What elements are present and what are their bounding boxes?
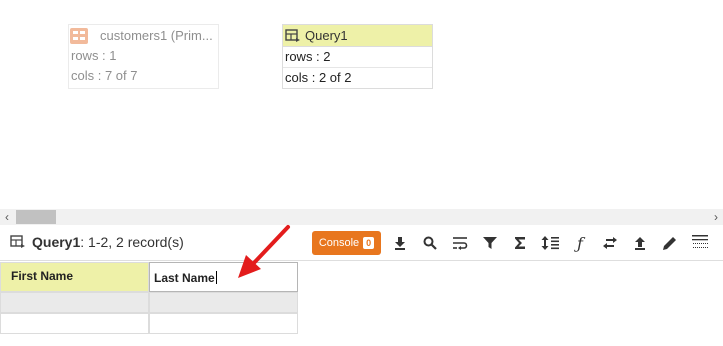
query-icon bbox=[10, 234, 26, 250]
table-icon bbox=[70, 27, 88, 44]
query-node-title: Query1 bbox=[305, 28, 348, 43]
query-node-cols: cols : 2 of 2 bbox=[283, 67, 432, 88]
console-button[interactable]: Console 0 bbox=[312, 231, 381, 255]
table-node-rows: rows : 1 bbox=[71, 48, 117, 63]
result-range: : 1-2, 2 record(s) bbox=[80, 234, 184, 250]
upload-icon[interactable] bbox=[629, 232, 651, 254]
table-node-cols: cols : 7 of 7 bbox=[71, 68, 138, 83]
wrap-icon[interactable] bbox=[449, 232, 471, 254]
table-node-header[interactable]: customers1 (Prim... bbox=[69, 25, 218, 46]
columns-icon[interactable] bbox=[689, 232, 711, 254]
query-node-header[interactable]: Query1 bbox=[283, 25, 432, 47]
console-count-badge: 0 bbox=[363, 237, 375, 249]
scroll-right-icon[interactable]: › bbox=[709, 209, 723, 225]
sort-icon[interactable] bbox=[539, 232, 561, 254]
download-icon[interactable] bbox=[389, 232, 411, 254]
scroll-left-icon[interactable]: ‹ bbox=[0, 209, 14, 225]
red-arrow-annotation bbox=[238, 225, 290, 278]
table-row-1-cell-2[interactable] bbox=[149, 292, 298, 313]
console-label: Console bbox=[318, 237, 360, 249]
query-icon bbox=[285, 28, 301, 44]
column-header-last-name: Last Name bbox=[154, 271, 215, 285]
table-node-customers1[interactable]: customers1 (Prim... rows : 1 cols : 7 of… bbox=[68, 24, 219, 89]
table-row-1-cell-1[interactable] bbox=[0, 292, 149, 313]
sum-icon[interactable] bbox=[509, 232, 531, 254]
query-node-query1[interactable]: Query1 rows : 2 cols : 2 of 2 bbox=[282, 24, 433, 89]
function-icon[interactable]: ƒ bbox=[569, 232, 591, 254]
query-node-rows: rows : 2 bbox=[285, 49, 331, 64]
table-row-2-cell-2[interactable] bbox=[149, 313, 298, 334]
swap-icon[interactable] bbox=[599, 232, 621, 254]
result-toolbar: Query1 : 1-2, 2 record(s) Console 0 ƒ bbox=[0, 226, 723, 261]
scrollbar-thumb[interactable] bbox=[16, 210, 56, 224]
result-title: Query1 : 1-2, 2 record(s) bbox=[10, 234, 184, 250]
filter-icon[interactable] bbox=[479, 232, 501, 254]
edit-icon[interactable] bbox=[659, 232, 681, 254]
diagram-canvas[interactable]: customers1 (Prim... rows : 1 cols : 7 of… bbox=[0, 0, 723, 210]
horizontal-scrollbar[interactable]: ‹ › bbox=[0, 209, 723, 225]
column-header-first-name[interactable]: First Name bbox=[0, 262, 149, 292]
table-node-title: customers1 (Prim... bbox=[100, 28, 213, 43]
table-row-2-cell-1[interactable] bbox=[0, 313, 149, 334]
result-query-name: Query1 bbox=[32, 234, 81, 250]
text-caret bbox=[215, 271, 217, 284]
search-icon[interactable] bbox=[419, 232, 441, 254]
